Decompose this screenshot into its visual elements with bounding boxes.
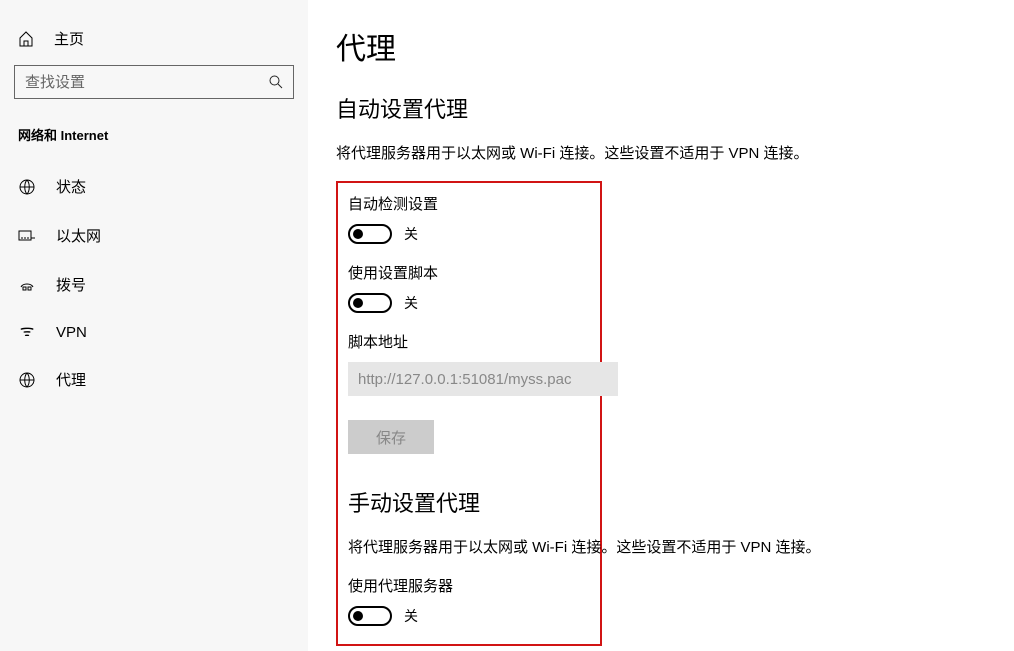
sidebar-item-ethernet[interactable]: 以太网 xyxy=(14,211,294,260)
settings-sidebar: 主页 网络和 Internet 状态 以太网 拨号 ᯤ VPN 代理 xyxy=(0,0,308,651)
use-proxy-toggle[interactable] xyxy=(348,606,392,626)
home-icon xyxy=(18,31,34,47)
use-script-state: 关 xyxy=(404,293,418,313)
auto-proxy-desc: 将代理服务器用于以太网或 Wi-Fi 连接。这些设置不适用于 VPN 连接。 xyxy=(336,142,1014,163)
auto-detect-label: 自动检测设置 xyxy=(348,193,582,214)
use-proxy-state: 关 xyxy=(404,606,418,626)
main-content: 代理 自动设置代理 将代理服务器用于以太网或 Wi-Fi 连接。这些设置不适用于… xyxy=(308,0,1014,651)
sidebar-item-status[interactable]: 状态 xyxy=(14,162,294,211)
page-title: 代理 xyxy=(336,24,1014,68)
manual-proxy-desc: 将代理服务器用于以太网或 Wi-Fi 连接。这些设置不适用于 VPN 连接。 xyxy=(348,536,902,557)
save-button-label: 保存 xyxy=(376,427,406,448)
sidebar-item-label: 以太网 xyxy=(56,225,101,246)
sidebar-item-label: 状态 xyxy=(56,176,86,197)
ethernet-icon xyxy=(18,227,36,245)
use-script-toggle[interactable] xyxy=(348,293,392,313)
script-addr-label: 脚本地址 xyxy=(348,331,582,352)
script-addr-field[interactable]: http://127.0.0.1:51081/myss.pac xyxy=(348,362,618,396)
dialup-icon xyxy=(18,276,36,294)
script-addr-value: http://127.0.0.1:51081/myss.pac xyxy=(358,371,571,388)
sidebar-item-label: VPN xyxy=(56,324,87,341)
nav-home-label: 主页 xyxy=(54,28,84,49)
vpn-icon: ᯤ xyxy=(18,323,36,341)
manual-proxy-heading: 手动设置代理 xyxy=(348,486,702,518)
save-button[interactable]: 保存 xyxy=(348,420,434,454)
proxy-icon xyxy=(18,371,36,389)
sidebar-item-label: 代理 xyxy=(56,369,86,390)
search-input[interactable] xyxy=(14,65,294,99)
search-wrap xyxy=(14,65,294,99)
sidebar-item-dialup[interactable]: 拨号 xyxy=(14,260,294,309)
sidebar-item-proxy[interactable]: 代理 xyxy=(14,355,294,404)
sidebar-item-vpn[interactable]: ᯤ VPN xyxy=(14,309,294,355)
globe-icon xyxy=(18,178,36,196)
auto-detect-toggle[interactable] xyxy=(348,224,392,244)
use-script-label: 使用设置脚本 xyxy=(348,262,582,283)
nav-home[interactable]: 主页 xyxy=(14,20,294,65)
auto-proxy-heading: 自动设置代理 xyxy=(336,92,1014,124)
highlighted-region: 自动检测设置 关 使用设置脚本 关 脚本地址 http://127.0.0.1:… xyxy=(336,181,602,646)
sidebar-item-label: 拨号 xyxy=(56,274,86,295)
sidebar-category: 网络和 Internet xyxy=(14,121,294,148)
use-proxy-label: 使用代理服务器 xyxy=(348,575,582,596)
auto-detect-state: 关 xyxy=(404,224,418,244)
